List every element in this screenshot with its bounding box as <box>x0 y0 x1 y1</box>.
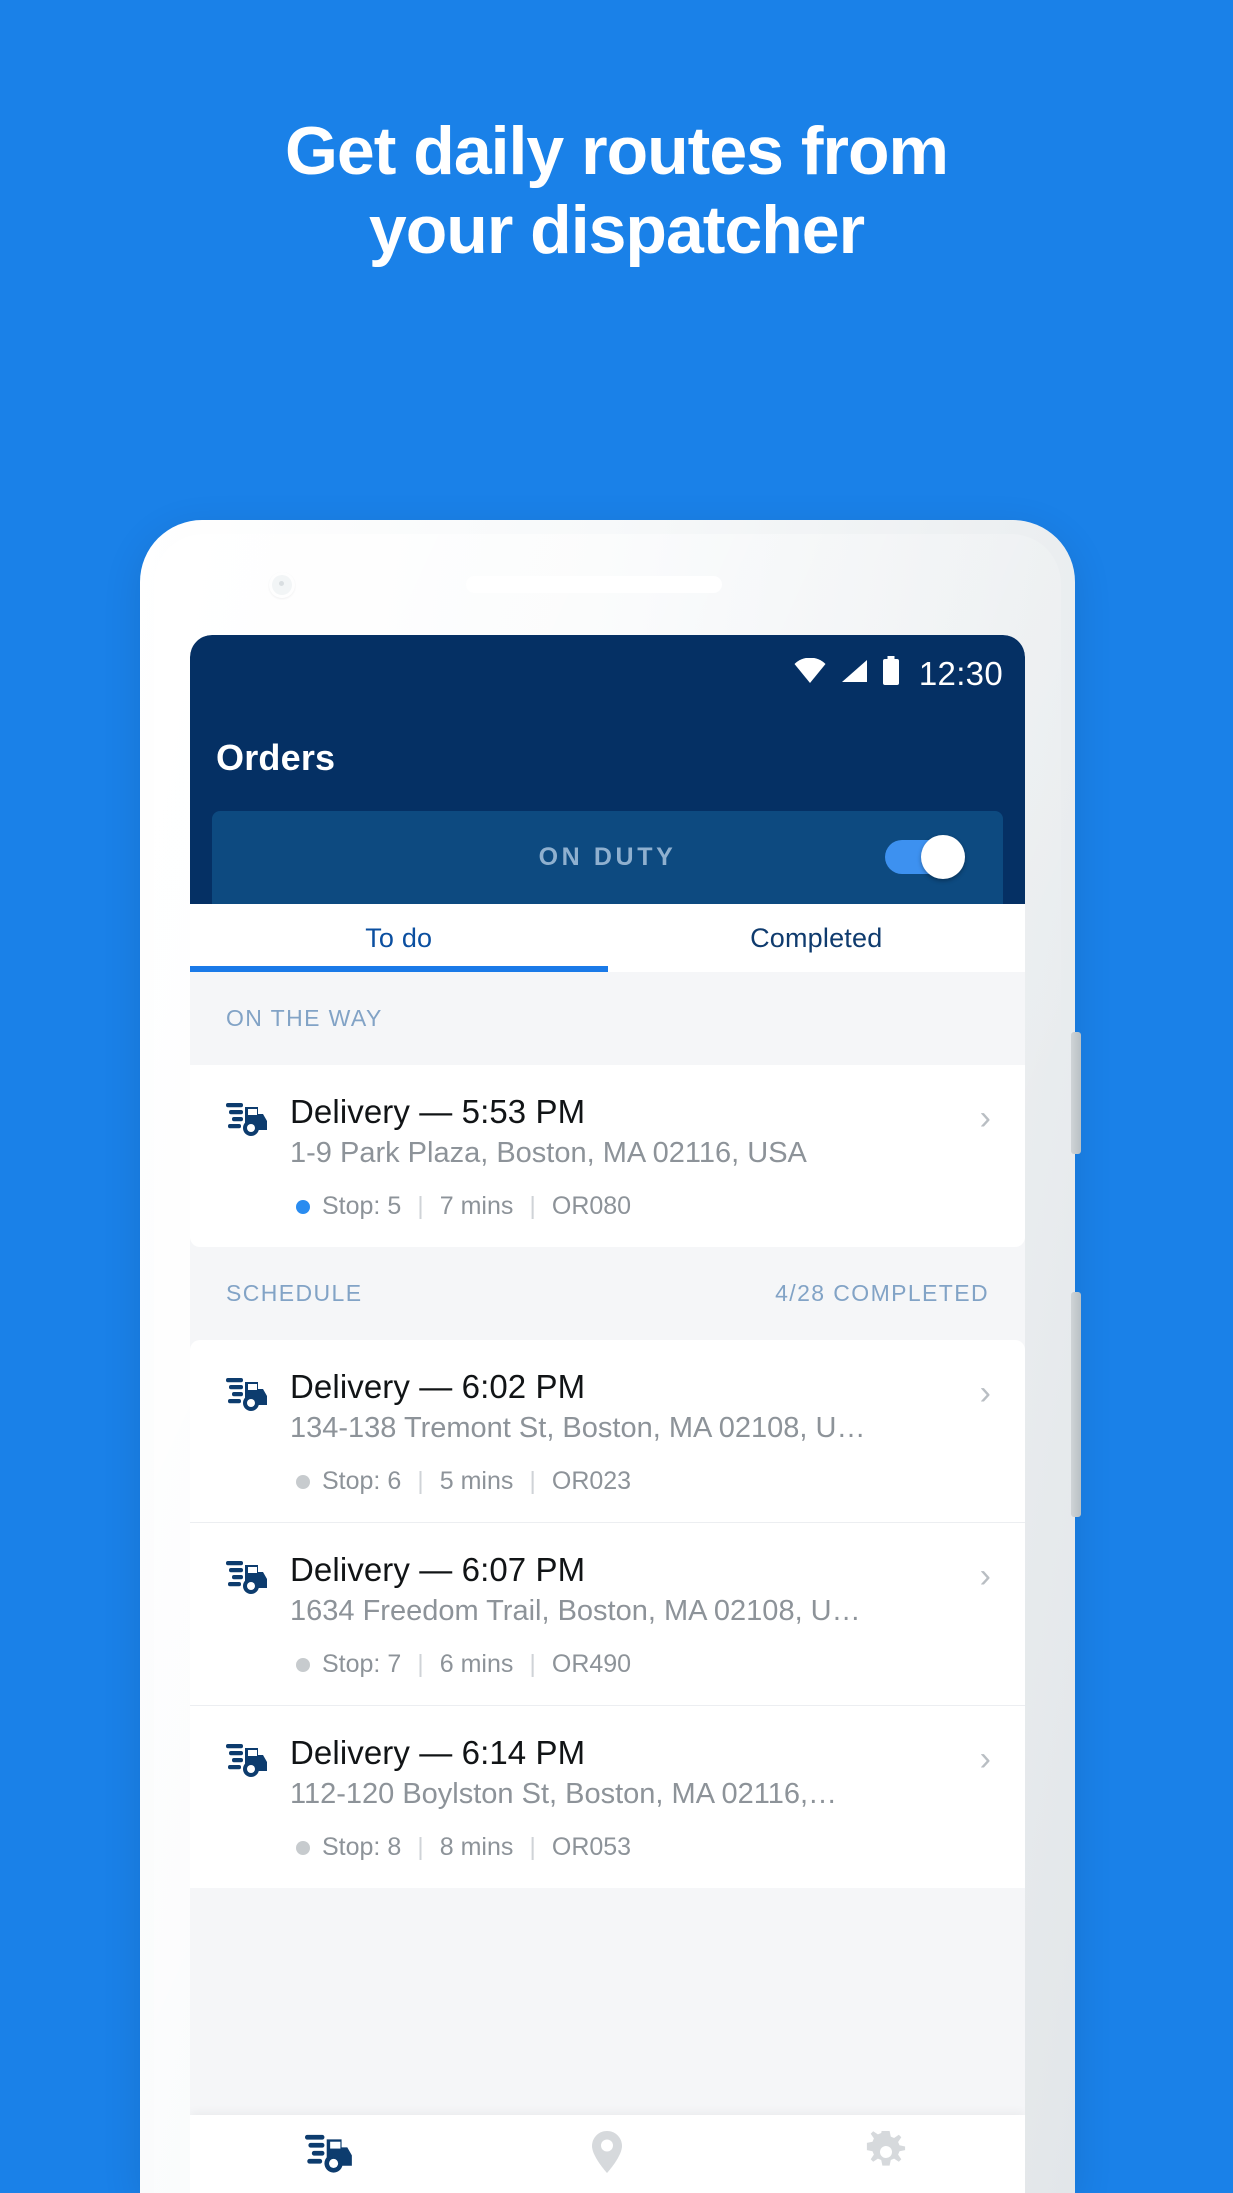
battery-full-icon <box>881 656 901 691</box>
meta-separator: | <box>529 1467 536 1495</box>
order-meta: Stop: 6 | 5 mins | OR023 <box>290 1467 989 1496</box>
page-title: Orders <box>216 737 336 778</box>
chevron-right-icon[interactable]: › <box>980 1559 991 1593</box>
section-right-label: 4/28 COMPLETED <box>775 1280 989 1306</box>
nav-item-map[interactable] <box>468 2115 746 2193</box>
tab-to-do-label: To do <box>365 922 433 953</box>
phone-screen: 12:30 Orders ON DUTY To do Completed ON … <box>190 635 1025 2193</box>
order-title: Delivery — 6:14 PM <box>290 1734 586 1771</box>
gear-icon <box>865 2126 907 2178</box>
chevron-right-icon[interactable]: › <box>980 1101 991 1135</box>
order-card[interactable]: Delivery — 6:07 PM 1634 Freedom Trail, B… <box>190 1522 1025 1705</box>
order-id: OR023 <box>551 1467 632 1495</box>
cellular-signal-icon <box>839 658 869 689</box>
order-stop: Stop: 7 <box>322 1650 402 1678</box>
order-id: OR053 <box>551 1833 632 1861</box>
meta-separator: | <box>529 1192 536 1220</box>
delivery-truck-icon <box>226 1740 268 1783</box>
promo-headline: Get daily routes from your dispatcher <box>0 112 1233 270</box>
tab-active-indicator <box>190 966 608 972</box>
order-stop: Stop: 5 <box>322 1192 402 1220</box>
status-bar: 12:30 <box>190 635 1025 695</box>
on-duty-label: ON DUTY <box>538 843 677 871</box>
order-title: Delivery — 6:02 PM <box>290 1368 586 1405</box>
order-status-dot <box>296 1199 310 1214</box>
meta-separator: | <box>529 1833 536 1861</box>
order-stop: Stop: 6 <box>322 1467 402 1495</box>
meta-separator: | <box>529 1650 536 1678</box>
order-card[interactable]: Delivery — 6:14 PM 112-120 Boylston St, … <box>190 1705 1025 1888</box>
section-header-schedule: SCHEDULE 4/28 COMPLETED <box>190 1247 1025 1340</box>
delivery-truck-icon <box>305 2130 353 2179</box>
bottom-navigation-bar <box>190 2115 1025 2193</box>
tab-to-do[interactable]: To do <box>190 904 608 972</box>
order-title: Delivery — 5:53 PM <box>290 1093 586 1130</box>
order-address: 134-138 Tremont St, Boston, MA 02108, U… <box>290 1412 866 1444</box>
order-status-dot <box>296 1840 310 1855</box>
section-label: SCHEDULE <box>226 1280 363 1306</box>
delivery-truck-icon <box>226 1099 268 1142</box>
order-meta: Stop: 5 | 7 mins | OR080 <box>290 1192 989 1221</box>
phone-mockup: 12:30 Orders ON DUTY To do Completed ON … <box>140 520 1081 2193</box>
chevron-right-icon[interactable]: › <box>980 1376 991 1410</box>
order-id: OR490 <box>551 1650 632 1678</box>
section-label: ON THE WAY <box>226 1005 383 1031</box>
order-status-dot <box>296 1657 310 1672</box>
order-stop: Stop: 8 <box>322 1833 402 1861</box>
order-duration: 6 mins <box>439 1650 514 1678</box>
front-camera-icon <box>269 572 295 598</box>
order-address: 112-120 Boylston St, Boston, MA 02116,… <box>290 1778 838 1810</box>
tab-completed[interactable]: Completed <box>608 904 1026 972</box>
nav-item-settings[interactable] <box>747 2115 1025 2193</box>
order-card[interactable]: Delivery — 5:53 PM 1-9 Park Plaza, Bosto… <box>190 1065 1025 1247</box>
location-pin-icon <box>590 2129 624 2180</box>
meta-separator: | <box>417 1192 424 1220</box>
order-duration: 5 mins <box>439 1467 514 1495</box>
earpiece-speaker <box>466 576 722 593</box>
meta-separator: | <box>417 1467 424 1495</box>
toggle-knob <box>921 835 965 879</box>
order-id: OR080 <box>551 1192 632 1220</box>
order-status-dot <box>296 1474 310 1489</box>
tab-bar: To do Completed <box>190 904 1025 972</box>
order-card[interactable]: Delivery — 6:02 PM 134-138 Tremont St, B… <box>190 1340 1025 1522</box>
volume-rocker-button[interactable] <box>1071 1292 1081 1517</box>
order-duration: 8 mins <box>439 1833 514 1861</box>
on-duty-bar[interactable]: ON DUTY <box>212 811 1003 904</box>
order-meta: Stop: 8 | 8 mins | OR053 <box>290 1833 989 1862</box>
order-address: 1-9 Park Plaza, Boston, MA 02116, USA <box>290 1137 807 1169</box>
order-address: 1634 Freedom Trail, Boston, MA 02108, U… <box>290 1595 861 1627</box>
meta-separator: | <box>417 1650 424 1678</box>
app-bar: 12:30 Orders ON DUTY <box>190 635 1025 904</box>
delivery-truck-icon <box>226 1557 268 1600</box>
on-duty-toggle[interactable] <box>885 835 965 879</box>
wifi-icon <box>793 657 827 689</box>
tab-completed-label: Completed <box>750 922 883 953</box>
status-bar-clock: 12:30 <box>918 654 1003 692</box>
order-meta: Stop: 7 | 6 mins | OR490 <box>290 1650 989 1679</box>
orders-list: ON THE WAY Delivery — 5:53 PM 1-9 Park P… <box>190 972 1025 1888</box>
order-duration: 7 mins <box>439 1192 514 1220</box>
section-header-on-the-way: ON THE WAY <box>190 972 1025 1065</box>
meta-separator: | <box>417 1833 424 1861</box>
nav-item-orders[interactable] <box>190 2115 468 2193</box>
promo-headline-line-1: Get daily routes from <box>285 113 949 189</box>
delivery-truck-icon <box>226 1374 268 1417</box>
chevron-right-icon[interactable]: › <box>980 1742 991 1776</box>
promo-headline-line-2: your dispatcher <box>368 191 865 268</box>
order-title: Delivery — 6:07 PM <box>290 1551 586 1588</box>
power-button[interactable] <box>1071 1032 1081 1154</box>
